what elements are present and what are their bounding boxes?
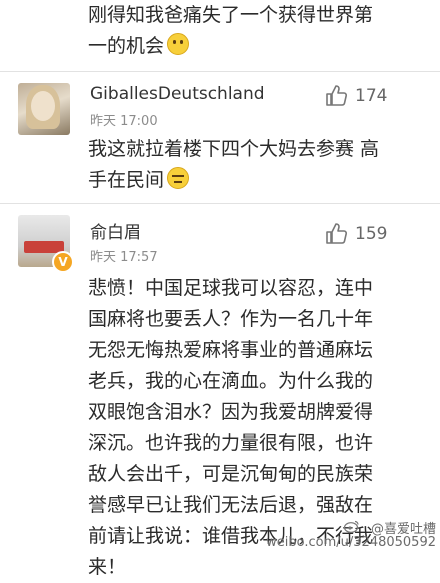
comment-time: 昨天 17:00 [90, 114, 158, 129]
comment-text: 我这就拉着楼下四个大妈去参赛 高 手在民间 [88, 134, 379, 196]
like-count: 159 [355, 224, 388, 244]
comment-item: GiballesDeutschland 昨天 17:00 174 我这就拉着楼下… [0, 72, 440, 202]
comment-line: 誉感早已让我们无法后退，强敌在 [88, 494, 374, 516]
comment-author[interactable]: GiballesDeutschland [90, 84, 265, 104]
comment-line: 国麻将也要丢人？作为一名几十年 [88, 308, 374, 330]
thumbs-up-icon [326, 223, 348, 244]
comment-text: 刚得知我爸痛失了一个获得世界第 一的机会 [88, 0, 373, 62]
weibo-logo-icon [344, 520, 359, 533]
comment-line: 无怨无悔热爱麻将事业的普通麻坛 [88, 339, 374, 361]
thumbs-up-icon [326, 85, 348, 106]
unamused-face-icon [167, 167, 190, 189]
comment-line: 老兵，我的心在滴血。为什么我的 [88, 370, 374, 392]
comment-line: 手在民间 [88, 165, 379, 196]
comment-item: V 俞白眉 昨天 17:57 159 悲愤！中国足球我可以容忍，连中 国麻将也要… [0, 204, 440, 578]
comment-line: 敌人会出千，可是沉甸甸的民族荣 [88, 463, 374, 485]
like-count: 174 [355, 86, 388, 106]
like-button[interactable]: 174 [325, 84, 415, 108]
thinking-face-icon [167, 33, 190, 55]
comment-line: 刚得知我爸痛失了一个获得世界第 [88, 4, 374, 26]
comment-line: 一的机会 [88, 31, 373, 62]
avatar[interactable] [18, 83, 70, 135]
like-button[interactable]: 159 [325, 222, 415, 246]
comment-line: 来！ [88, 556, 127, 578]
comment-time: 昨天 17:57 [90, 250, 158, 265]
comment-line: 悲愤！中国足球我可以容忍，连中 [88, 277, 374, 299]
comment-line: 深沉。也许我的力量很有限，也许 [88, 432, 374, 454]
comment-item: 刚得知我爸痛失了一个获得世界第 一的机会 [0, 0, 440, 70]
comment-line: 双眼饱含泪水？因为我爱胡牌爱得 [88, 401, 374, 423]
verified-badge-icon: V [52, 251, 74, 273]
watermark-url: weibo.com/u/3248050592 [266, 535, 436, 550]
comment-line: 我这就拉着楼下四个大妈去参赛 高 [88, 138, 380, 160]
comment-author[interactable]: 俞白眉 [90, 218, 141, 243]
